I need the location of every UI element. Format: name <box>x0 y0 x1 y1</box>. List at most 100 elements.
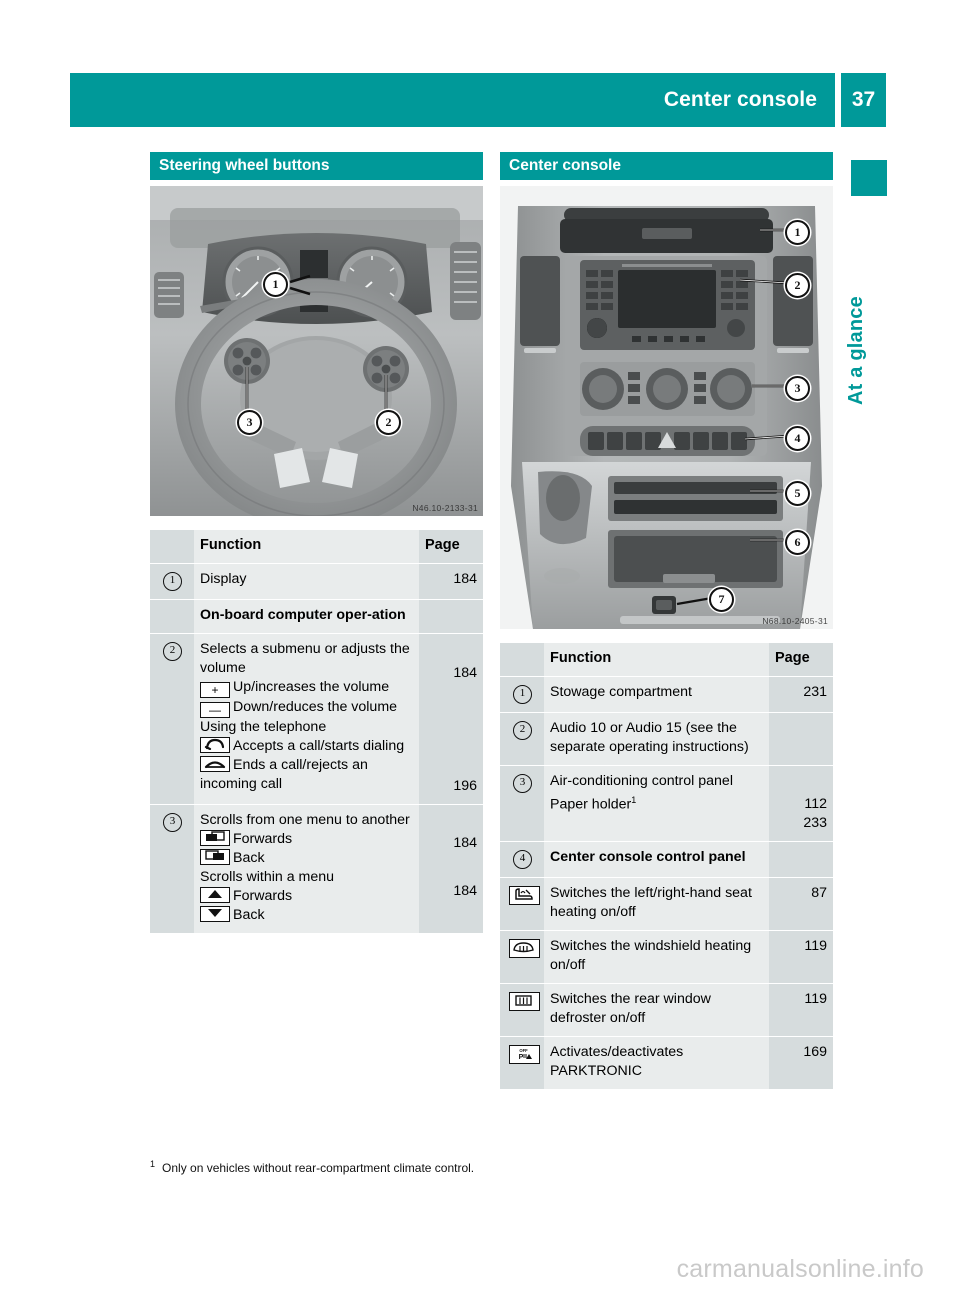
function-description: Air-conditioning control panel Paper hol… <box>544 765 769 842</box>
page-reference: 231 <box>769 676 833 713</box>
steering-wheel-function-table: Function Page 1 Display 184 On-board com… <box>150 530 483 934</box>
table-row: 2 Audio 10 or Audio 15 (see the separate… <box>500 712 833 766</box>
chapter-tab-label: At a glance <box>845 296 867 405</box>
table-header-spacer <box>500 643 544 677</box>
function-sub-item: Ends a call/rejects an incoming call <box>200 756 413 794</box>
figure-callout-2: 2 <box>376 410 401 435</box>
function-text: Selects a submenu or adjusts the volume <box>200 641 410 676</box>
function-description: Switches the windshield heating on/off <box>544 930 769 984</box>
page-reference: 196 <box>453 778 477 794</box>
callout-number: 1 <box>163 572 182 591</box>
table-header-page: Page <box>769 643 833 677</box>
svg-text:P: P <box>519 1054 524 1061</box>
site-watermark: carmanualsonline.info <box>676 1255 924 1283</box>
steering-wheel-photo <box>150 186 483 516</box>
figure-caption: N68.10-2405-31 <box>762 616 828 626</box>
center-console-function-table: Function Page 1 Stowage compartment 2 3 1 … <box>500 643 833 1090</box>
callout-number-cell: 3 <box>150 804 194 934</box>
callout-number: 2 <box>163 642 182 661</box>
page-title: Center console <box>663 88 817 111</box>
table-header-row: Function Page <box>150 530 483 564</box>
page-reference <box>419 599 483 634</box>
page-reference: 119 <box>769 930 833 984</box>
function-text: Using the telephone <box>200 719 327 735</box>
function-description: Switches the left/right-hand seat heatin… <box>544 877 769 931</box>
table-row: On-board computer oper-ation <box>150 599 483 634</box>
function-text: Scrolls within a menu <box>200 869 335 885</box>
menu-forward-key-icon <box>200 830 230 846</box>
table-header-row: Function Page <box>500 643 833 677</box>
parktronic-icon: OFF P <box>509 1045 540 1064</box>
function-sub-item: Back <box>200 906 413 925</box>
table-row: OFF P Activates/deactivates PARKTRONIC 1… <box>500 1036 833 1090</box>
volume-down-key-icon: — <box>200 702 230 718</box>
control-icon-cell: OFF P <box>500 1036 544 1090</box>
footnote-text: Only on vehicles without rear-compartmen… <box>162 1161 475 1175</box>
figure-callout-6: 6 <box>785 530 810 555</box>
control-icon-cell <box>500 930 544 984</box>
table-row: 4 Center console control panel <box>500 841 833 878</box>
callout-number: 4 <box>513 850 532 869</box>
footnote-marker: 1 <box>631 795 637 805</box>
callout-number-cell <box>150 599 194 634</box>
seat-heating-icon <box>509 886 540 905</box>
function-sub-item: Paper holder1 <box>550 791 763 815</box>
menu-back-key-icon <box>200 849 230 865</box>
table-header-function: Function <box>194 530 419 564</box>
page-reference: 112 <box>804 796 827 812</box>
function-text: On-board computer oper-ation <box>200 607 406 623</box>
page-reference: 184 <box>419 563 483 600</box>
up-arrow-key-icon <box>200 887 230 903</box>
function-description: Center console control panel <box>544 841 769 878</box>
volume-up-key-icon: + <box>200 682 230 698</box>
function-text: Back <box>233 907 265 923</box>
footnote-marker: 1 <box>150 1159 156 1169</box>
page-reference-cell: 184 196 <box>419 633 483 805</box>
svg-text:OFF: OFF <box>519 1048 528 1053</box>
page-reference: 169 <box>769 1036 833 1090</box>
function-sub-item: Forwards <box>200 830 413 849</box>
page-reference: 184 <box>453 835 477 851</box>
function-text: Forwards <box>233 888 293 904</box>
accept-call-key-icon <box>200 737 230 753</box>
figure-callout-5: 5 <box>785 481 810 506</box>
page-reference <box>769 841 833 878</box>
table-row: Switches the windshield heating on/off 1… <box>500 930 833 984</box>
table-header-spacer <box>150 530 194 564</box>
callout-number: 3 <box>513 774 532 793</box>
figure-caption: N46.10-2133-31 <box>412 503 478 513</box>
table-row: 1 Display 184 <box>150 563 483 600</box>
figure-callout-3: 3 <box>237 410 262 435</box>
end-call-key-icon <box>200 756 230 772</box>
callout-number-cell: 4 <box>500 841 544 878</box>
table-header-function: Function <box>544 643 769 677</box>
figure-callout-2: 2 <box>785 273 810 298</box>
page-reference-cell: 184 184 <box>419 804 483 934</box>
function-text: Display <box>200 571 247 587</box>
callout-number: 3 <box>163 813 182 832</box>
function-text: Down/reduces the volume <box>233 699 398 715</box>
page-reference: 184 <box>453 883 477 899</box>
function-text: Back <box>233 850 265 866</box>
figure-callout-1: 1 <box>785 220 810 245</box>
figure-callout-1: 1 <box>263 272 288 297</box>
function-description: Scrolls from one menu to another Forward… <box>194 804 419 934</box>
page-number: 37 <box>841 73 886 127</box>
table-row: Switches the left/right-hand seat heatin… <box>500 877 833 931</box>
left-column: Steering wheel buttons 1 2 3 N46.10-2133… <box>150 152 483 934</box>
center-console-photo <box>500 186 833 629</box>
steering-wheel-figure: 1 2 3 N46.10-2133-31 <box>150 186 483 516</box>
callout-number-cell: 1 <box>150 563 194 600</box>
page-reference <box>769 712 833 766</box>
function-description: Switches the rear window defroster on/of… <box>544 983 769 1037</box>
table-row: 3 Scrolls from one menu to another Forwa… <box>150 804 483 934</box>
section-heading-center-console: Center console <box>500 152 833 180</box>
function-sub-item: Forwards <box>200 887 413 906</box>
page-reference: 184 <box>453 665 477 681</box>
figure-callout-7: 7 <box>709 587 734 612</box>
function-text: Forwards <box>233 831 293 847</box>
function-text: Accepts a call/starts dialing <box>233 738 405 754</box>
function-text: Up/increases the volume <box>233 679 390 695</box>
callout-number-cell: 2 <box>150 633 194 805</box>
function-sub-item: Back <box>200 849 413 868</box>
